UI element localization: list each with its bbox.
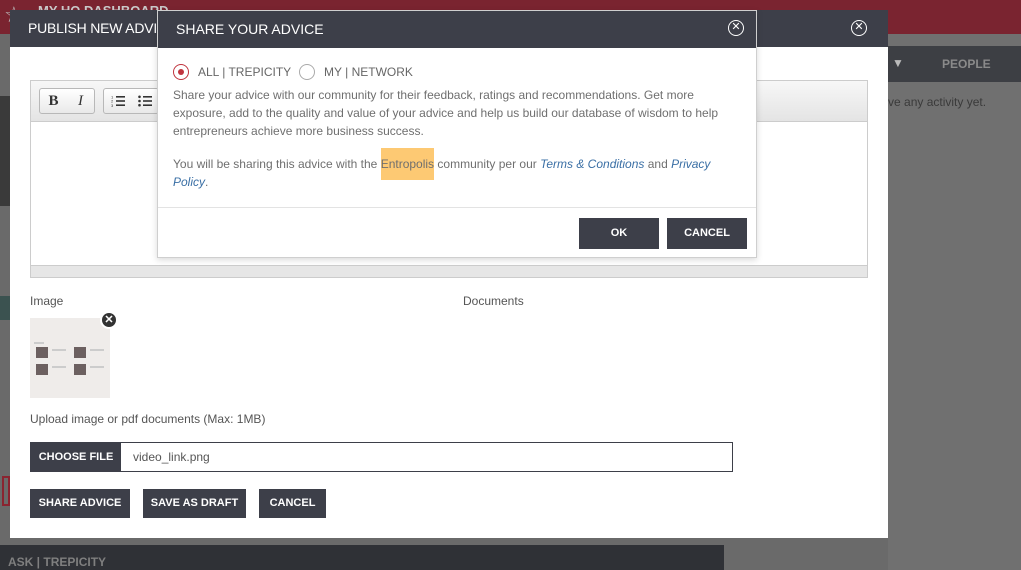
editor-resize-bar[interactable] (31, 265, 867, 277)
share-notice: You will be sharing this advice with the… (173, 148, 743, 191)
people-tab[interactable]: PEOPLE (942, 57, 991, 71)
background-left-box (2, 476, 10, 506)
background-right-panel (888, 34, 1021, 570)
file-upload-field: CHOOSE FILE video_link.png (30, 442, 733, 472)
terms-link[interactable]: Terms & Conditions (540, 157, 644, 171)
share-description: Share your advice with our community for… (173, 88, 719, 138)
option-my-network[interactable]: MY | NETWORK (299, 64, 413, 80)
dropdown-caret-icon: ▼ (892, 56, 904, 70)
image-label: Image (30, 294, 64, 308)
notice-text: You will be sharing this advice with the (173, 157, 381, 171)
share-dialog-title: SHARE YOUR ADVICE (176, 21, 324, 37)
notice-text: and (644, 157, 672, 171)
radio-unselected-icon[interactable] (299, 64, 315, 80)
dialog-cancel-button[interactable]: CANCEL (667, 218, 747, 249)
close-icon[interactable]: ✕ (728, 20, 744, 36)
remove-image-icon[interactable]: ✕ (100, 311, 118, 329)
modal-title: PUBLISH NEW ADVICE (28, 20, 177, 36)
bottom-section-title: ASK | TREPICITY (8, 555, 107, 569)
notice-text: community per our (434, 157, 541, 171)
format-button-group: B I (39, 88, 95, 114)
image-thumbnail[interactable] (30, 318, 110, 398)
notice-text: . (205, 175, 209, 189)
upload-hint: Upload image or pdf documents (Max: 1MB) (30, 412, 266, 426)
selected-file-name: video_link.png (133, 450, 210, 464)
ordered-list-icon[interactable]: 123 (104, 89, 131, 113)
option-label: ALL | TREPICITY (198, 65, 292, 79)
bullet-list-icon[interactable] (131, 89, 158, 113)
ok-button[interactable]: OK (579, 218, 659, 249)
share-dialog-header: SHARE YOUR ADVICE ✕ (158, 11, 756, 48)
dialog-divider (158, 207, 756, 208)
bold-button[interactable]: B (40, 89, 67, 113)
share-advice-dialog: SHARE YOUR ADVICE ✕ ALL | TREPICITY MY |… (157, 10, 757, 258)
close-icon[interactable]: ✕ (851, 20, 867, 36)
option-all-trepicity[interactable]: ALL | TREPICITY (173, 64, 291, 80)
background-bottom-section: ASK | TREPICITY (0, 545, 724, 570)
option-label: MY | NETWORK (324, 65, 413, 79)
cancel-button[interactable]: CANCEL (259, 489, 326, 518)
italic-button[interactable]: I (67, 89, 94, 113)
list-button-group: 123 (103, 88, 159, 114)
documents-label: Documents (463, 294, 524, 308)
background-left-image (0, 96, 10, 206)
radio-selected-icon[interactable] (173, 64, 189, 80)
save-as-draft-button[interactable]: SAVE AS DRAFT (143, 489, 246, 518)
community-name-highlight: Entropolis (380, 148, 435, 180)
choose-file-button[interactable]: CHOOSE FILE (31, 443, 121, 471)
svg-text:3: 3 (111, 103, 114, 107)
background-left-band (0, 296, 10, 320)
share-advice-button[interactable]: SHARE ADVICE (30, 489, 130, 518)
